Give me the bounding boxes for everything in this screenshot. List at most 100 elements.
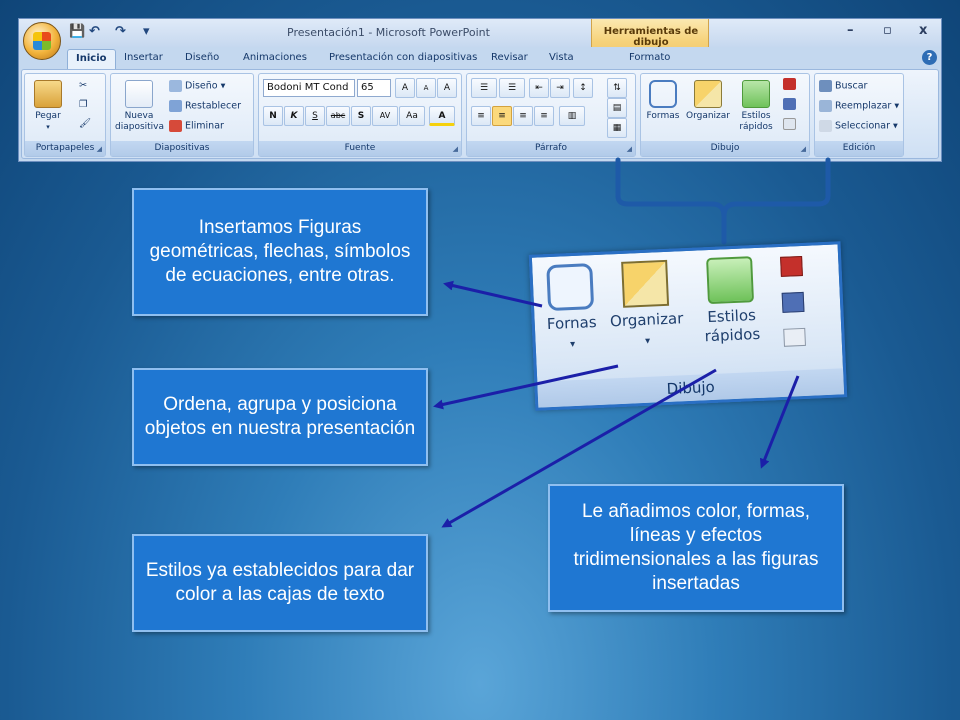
strikethrough-button[interactable]: abc <box>326 106 350 126</box>
copy-icon[interactable]: ❐ <box>79 99 88 110</box>
undo-icon[interactable]: ↶ <box>89 24 100 39</box>
minimize-button[interactable]: – <box>847 23 854 38</box>
align-left-button[interactable]: ≡ <box>471 106 491 126</box>
tab-inicio[interactable]: Inicio <box>67 49 116 69</box>
text-direction-button[interactable]: ⇅ <box>607 78 627 98</box>
layout-button[interactable]: Diseño ▾ <box>169 80 225 92</box>
shapes-icon <box>649 80 677 108</box>
increase-indent-button[interactable]: ⇥ <box>550 78 570 98</box>
group-label: Diapositivas <box>111 141 253 156</box>
office-logo-icon <box>33 32 51 50</box>
reset-button[interactable]: Restablecer <box>169 100 241 112</box>
zoom-shape-outline-icon[interactable] <box>781 291 805 313</box>
replace-button[interactable]: Reemplazar ▾ <box>819 100 899 112</box>
office-button[interactable] <box>23 22 61 60</box>
numbering-button[interactable]: ☰ <box>499 78 525 98</box>
bracket-brace <box>615 157 831 245</box>
justify-button[interactable]: ≡ <box>534 106 554 126</box>
quick-styles-icon <box>742 80 770 108</box>
dialog-launcher-icon[interactable]: ◢ <box>627 145 632 153</box>
tab-revisar[interactable]: Revisar <box>491 52 528 63</box>
align-text-button[interactable]: ▤ <box>607 98 627 118</box>
tab-vista[interactable]: Vista <box>549 52 574 63</box>
layout-icon <box>169 80 182 92</box>
restore-button[interactable]: ▫ <box>883 23 892 38</box>
zoom-shape-fill-icon[interactable] <box>780 255 803 277</box>
new-slide-button[interactable]: Nueva diapositiva <box>115 80 164 133</box>
cursor-icon <box>819 120 832 132</box>
zoom-quick-styles-icon <box>706 256 755 305</box>
group-portapapeles: Pegar ▾ ✂ ❐ 🖌 Portapapeles ◢ <box>24 73 106 157</box>
bullets-button[interactable]: ☰ <box>471 78 497 98</box>
tab-insertar[interactable]: Insertar <box>124 52 163 63</box>
zoom-shapes-button[interactable]: Fornas ▾ <box>538 263 604 356</box>
shape-outline-icon[interactable] <box>783 98 799 110</box>
arrange-button[interactable]: Organizar <box>683 80 733 122</box>
callout-arrange: Ordena, agrupa y posiciona objetos en nu… <box>132 368 428 466</box>
shrink-font-button[interactable]: A <box>416 78 436 98</box>
title-bar: 💾 ↶ ↷ ▾ Presentación1 - Microsoft PowerP… <box>19 19 941 69</box>
decrease-indent-button[interactable]: ⇤ <box>529 78 549 98</box>
zoom-shape-effects-icon[interactable] <box>783 327 806 347</box>
binoculars-icon <box>819 80 832 92</box>
customize-quick-access-icon[interactable]: ▾ <box>143 24 150 39</box>
zoom-quick-styles-button[interactable]: Estilos rápidos <box>688 255 774 346</box>
powerpoint-window: 💾 ↶ ↷ ▾ Presentación1 - Microsoft PowerP… <box>18 18 942 162</box>
tab-presentacion[interactable]: Presentación con diapositivas <box>329 52 477 63</box>
columns-button[interactable]: ▥ <box>559 106 585 126</box>
line-spacing-button[interactable]: ↕ <box>573 78 593 98</box>
char-spacing-button[interactable]: AV <box>372 106 398 126</box>
find-button[interactable]: Buscar <box>819 80 867 92</box>
zoom-arrange-button[interactable]: Organizar ▾ <box>602 259 690 353</box>
callout-styles: Estilos ya establecidos para dar color a… <box>132 534 428 632</box>
arrange-icon <box>694 80 722 108</box>
ribbon-tabs: Inicio Insertar Diseño Animaciones Prese… <box>19 47 941 69</box>
replace-icon <box>819 100 832 112</box>
shape-fill-icon[interactable] <box>783 78 799 90</box>
group-label: Dibujo <box>641 141 809 156</box>
font-size-combo[interactable]: 65 <box>357 79 391 97</box>
bold-button[interactable]: N <box>263 106 283 126</box>
grow-font-button[interactable]: A <box>395 78 415 98</box>
align-center-button[interactable]: ≡ <box>492 106 512 126</box>
group-parrafo: ☰ ☰ ⇤ ⇥ ↕ ≡ ≡ ≡ ≡ ▥ ⇅ ▤ ▦ Párrafo ◢ <box>466 73 636 157</box>
dialog-launcher-icon[interactable]: ◢ <box>801 145 806 153</box>
dialog-launcher-icon[interactable]: ◢ <box>453 145 458 153</box>
font-name-combo[interactable]: Bodoni MT Cond <box>263 79 355 97</box>
redo-icon[interactable]: ↷ <box>115 24 126 39</box>
callout-format: Le añadimos color, formas, líneas y efec… <box>548 484 844 612</box>
tab-diseno[interactable]: Diseño <box>185 52 219 63</box>
close-button[interactable]: x <box>919 23 927 38</box>
group-label: Edición <box>815 141 903 156</box>
ribbon-panel: Pegar ▾ ✂ ❐ 🖌 Portapapeles ◢ Nueva diapos… <box>21 69 939 159</box>
delete-button[interactable]: Eliminar <box>169 120 224 132</box>
italic-button[interactable]: K <box>284 106 304 126</box>
contextual-tab-group-label: Herramientas de dibujo <box>603 26 699 48</box>
underline-button[interactable]: S <box>305 106 325 126</box>
tab-formato[interactable]: Formato <box>629 52 670 63</box>
clear-format-button[interactable]: A <box>437 78 457 98</box>
change-case-button[interactable]: Aa <box>399 106 425 126</box>
paste-label: Pegar <box>35 111 61 121</box>
paste-button[interactable]: Pegar ▾ <box>31 80 65 133</box>
shapes-button[interactable]: Formas <box>643 80 683 122</box>
arrow-shapes <box>443 280 543 308</box>
tab-animaciones[interactable]: Animaciones <box>243 52 307 63</box>
format-painter-icon[interactable]: 🖌 <box>79 118 91 129</box>
cut-icon[interactable]: ✂ <box>79 80 87 91</box>
select-button[interactable]: Seleccionar ▾ <box>819 120 898 132</box>
save-icon[interactable]: 💾 <box>69 24 85 39</box>
reset-icon <box>169 100 182 112</box>
align-right-button[interactable]: ≡ <box>513 106 533 126</box>
zoom-arrange-icon <box>621 259 670 308</box>
shadow-button[interactable]: S <box>351 106 371 126</box>
group-label: Párrafo <box>467 141 635 156</box>
clipboard-icon <box>34 80 62 108</box>
shape-effects-icon[interactable] <box>783 118 799 130</box>
quick-styles-button[interactable]: Estilos rápidos <box>733 80 779 133</box>
smartart-button[interactable]: ▦ <box>607 118 627 138</box>
window-title: Presentación1 - Microsoft PowerPoint <box>287 26 490 39</box>
help-icon[interactable]: ? <box>922 50 937 65</box>
font-color-button[interactable]: A <box>429 106 455 126</box>
dialog-launcher-icon[interactable]: ◢ <box>97 145 102 153</box>
